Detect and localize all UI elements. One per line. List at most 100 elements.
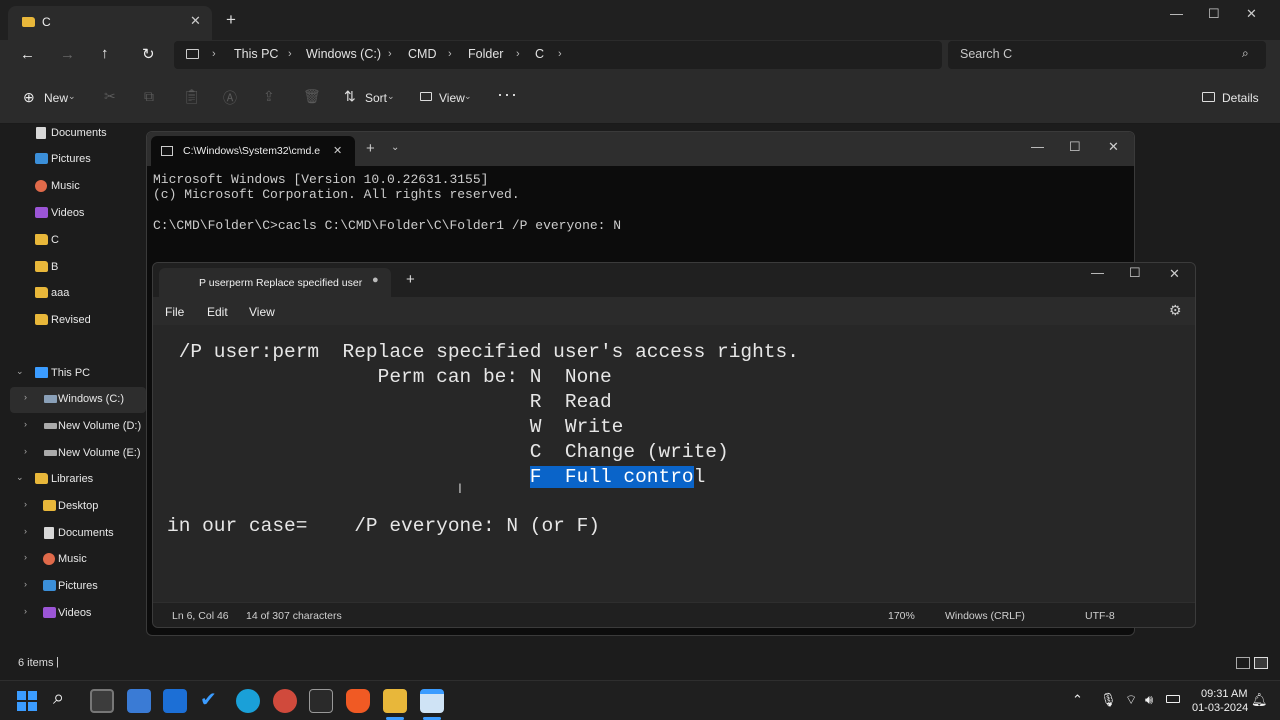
chevron-right-icon[interactable]: › [24,552,27,562]
notification-bell-icon[interactable]: 🔔︎ [1251,692,1268,708]
chevron-right-icon[interactable]: › [24,446,27,456]
edge-icon[interactable] [236,689,260,713]
sidebar-item-aaa[interactable]: aaa [0,281,148,307]
search-icon[interactable]: ⌕ [1242,46,1249,61]
explorer-tab[interactable]: C ✕ [8,6,212,40]
close-tab-icon[interactable]: ✕ [190,13,201,29]
sidebar-item-volume-d[interactable]: › New Volume (D:) [0,414,148,440]
chevron-right-icon[interactable]: › [24,579,27,589]
breadcrumb-item[interactable]: Folder [468,47,503,61]
file-explorer-icon[interactable] [383,689,407,713]
delete-icon[interactable]: 🗑︎ [303,88,321,105]
sidebar-item-volume-e[interactable]: › New Volume (E:) [0,441,148,467]
sidebar-item-pictures[interactable]: Pictures [0,147,148,173]
chevron-right-icon[interactable]: › [24,606,27,616]
clock-time[interactable]: 09:31 AM [1201,688,1247,700]
new-button[interactable]: New [44,91,68,105]
sidebar-item-lib-pictures[interactable]: › Pictures [0,574,148,600]
sidebar-item-revised[interactable]: Revised [0,308,148,334]
sidebar-item-b[interactable]: B [0,255,148,281]
sidebar-item-lib-music[interactable]: › Music [0,547,148,573]
cut-icon[interactable]: ✂ [104,88,116,105]
zoom-level[interactable]: 170% [888,610,915,622]
wifi-icon[interactable]: ⌔ [1125,692,1137,708]
forward-arrow-icon[interactable]: → [60,46,75,63]
maximize-icon[interactable]: ☐ [1208,6,1220,22]
menu-view[interactable]: View [249,305,275,319]
details-button[interactable]: Details [1222,91,1259,105]
chevron-down-icon[interactable]: ⌄ [16,366,24,377]
close-tab-icon[interactable]: ✕ [333,144,342,157]
sidebar-item-windows-c[interactable]: › Windows (C:) [10,387,146,413]
line-ending[interactable]: Windows (CRLF) [945,610,1025,622]
sidebar-item-c[interactable]: C [0,228,148,254]
close-window-icon[interactable]: ✕ [1169,266,1180,282]
minimize-icon[interactable]: — [1031,139,1044,154]
settings-gear-icon[interactable]: ⚙ [1169,302,1182,319]
tiles-view-icon[interactable] [1254,657,1268,669]
task-view-icon[interactable] [90,689,114,713]
mail-icon[interactable] [163,689,187,713]
menu-edit[interactable]: Edit [207,305,228,319]
address-bar[interactable]: › This PC › Windows (C:) › CMD › Folder … [174,41,942,69]
chevron-right-icon[interactable]: › [24,499,27,509]
store-icon[interactable] [127,689,151,713]
copy-icon[interactable]: ⧉ [144,88,154,105]
breadcrumb-item[interactable]: C [535,47,544,61]
up-arrow-icon[interactable]: ↑ [101,45,109,62]
chevron-right-icon[interactable]: › [24,526,27,536]
new-tab-icon[interactable]: + [406,271,415,288]
encoding[interactable]: UTF-8 [1085,610,1115,622]
notepad-text-area[interactable]: /P user:perm Replace specified user's ac… [153,325,1195,600]
cmd-tab[interactable]: C:\Windows\System32\cmd.e ✕ [151,136,355,166]
new-tab-icon[interactable]: + [226,10,236,30]
new-tab-icon[interactable]: + [366,140,375,157]
search-box[interactable]: Search C ⌕ [948,41,1266,69]
notepad-icon[interactable] [420,689,444,713]
notepad-tab[interactable]: P userperm Replace specified user ● [159,268,391,297]
sidebar-item-lib-videos[interactable]: › Videos [0,601,148,627]
close-window-icon[interactable]: ✕ [1108,139,1119,155]
breadcrumb-item[interactable]: This PC [234,47,278,61]
media-app-icon[interactable] [273,689,297,713]
breadcrumb-item[interactable]: Windows (C:) [306,47,381,61]
clock-date[interactable]: 01-03-2024 [1192,702,1248,714]
chevron-right-icon[interactable]: › [24,419,27,429]
refresh-icon[interactable]: ↻ [142,45,155,63]
details-view-icon[interactable] [1236,657,1250,669]
sidebar-item-label: B [51,261,59,273]
sort-button[interactable]: Sort [365,91,387,105]
brave-icon[interactable] [346,689,370,713]
breadcrumb-item[interactable]: CMD [408,47,436,61]
sidebar-item-lib-documents[interactable]: › Documents [0,521,148,547]
maximize-icon[interactable]: ☐ [1129,265,1141,281]
sidebar-item-documents[interactable]: Documents [0,121,148,147]
windows-start-icon[interactable] [17,691,37,711]
maximize-icon[interactable]: ☐ [1069,139,1081,155]
todo-check-icon[interactable]: ✔ [200,687,217,712]
rename-icon[interactable]: Ⓐ [223,88,237,108]
view-button[interactable]: View [439,91,465,105]
microphone-icon[interactable]: 🎙︎ [1100,692,1117,708]
paste-icon[interactable]: 📋︎ [183,88,201,105]
close-window-icon[interactable]: ✕ [1246,6,1257,22]
battery-icon[interactable] [1166,695,1180,703]
back-arrow-icon[interactable]: ← [20,46,35,63]
search-icon[interactable]: ⌕ [53,687,64,710]
chevron-right-icon[interactable]: › [24,392,27,402]
sidebar-item-libraries[interactable]: ⌄ Libraries [0,467,148,493]
chevron-down-icon[interactable]: ⌄ [391,142,399,153]
more-options-icon[interactable]: ··· [497,84,518,105]
sidebar-item-music[interactable]: Music [0,174,148,200]
sidebar-item-videos[interactable]: Videos [0,201,148,227]
menu-file[interactable]: File [165,305,184,319]
sidebar-item-desktop[interactable]: › Desktop [0,494,148,520]
volume-icon[interactable]: 🔊︎ [1145,692,1153,708]
minimize-icon[interactable]: — [1170,6,1183,21]
chevron-down-icon[interactable]: ⌄ [16,472,24,483]
minimize-icon[interactable]: — [1091,265,1104,280]
terminal-icon[interactable] [309,689,333,713]
share-icon[interactable]: ⇪ [263,88,275,105]
chevron-up-icon[interactable]: ⌃ [1072,692,1083,708]
sidebar-item-this-pc[interactable]: ⌄ This PC [0,361,148,387]
